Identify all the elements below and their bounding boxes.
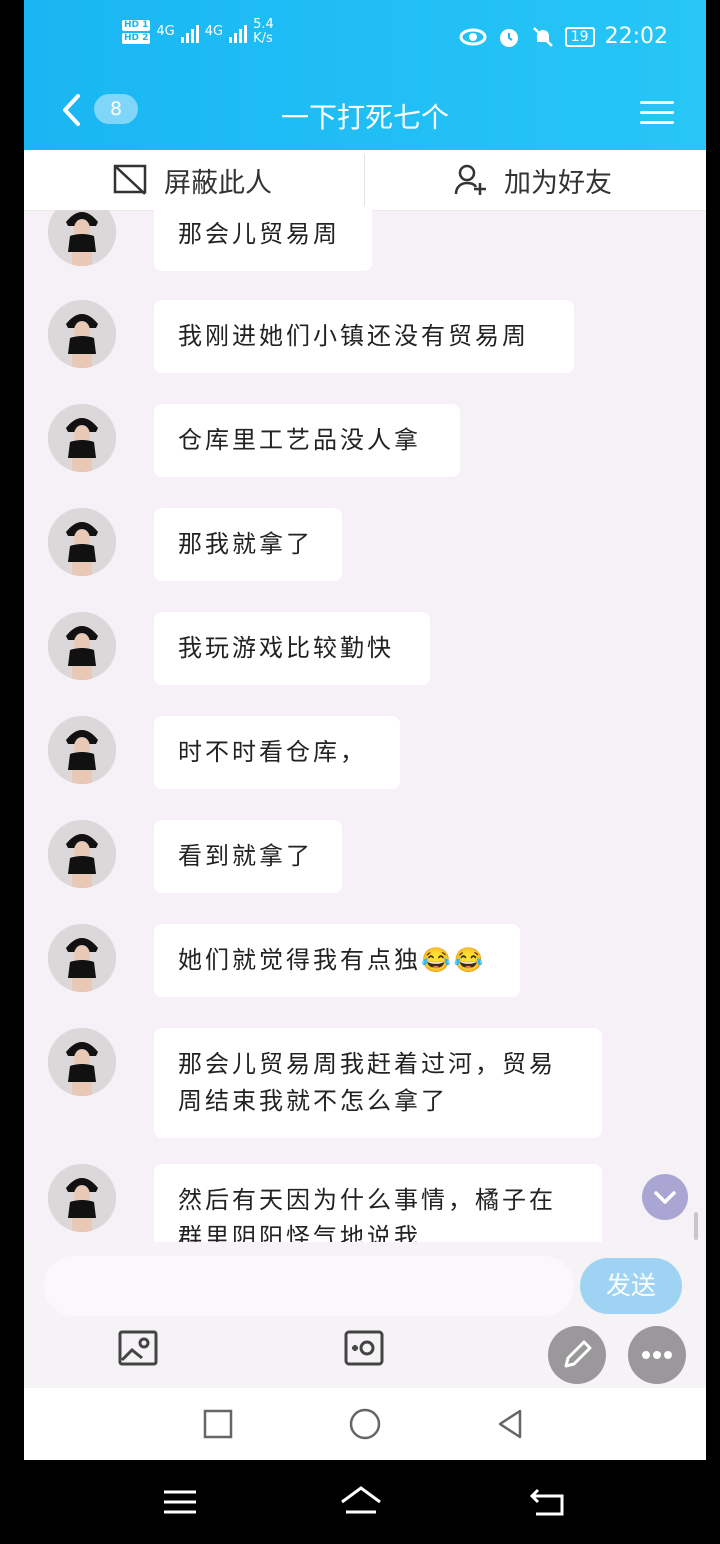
triangle-back-icon bbox=[498, 1409, 522, 1439]
app-nav-bar bbox=[24, 1388, 706, 1460]
pen-icon bbox=[564, 1340, 592, 1368]
chat-screen: HD 1 HD 2 4G 4G 5.4 K/s 19 22:02 8 一下打死七… bbox=[24, 0, 706, 1460]
camera-button[interactable] bbox=[342, 1326, 386, 1370]
image-icon bbox=[118, 1330, 158, 1366]
message-bubble: 那会儿贸易周我赶着过河，贸易周结束我就不怎么拿了 bbox=[154, 1028, 602, 1138]
alarm-icon bbox=[499, 28, 518, 47]
hamburger-icon bbox=[640, 101, 674, 104]
home-button[interactable] bbox=[349, 1408, 381, 1440]
circle-icon bbox=[349, 1408, 381, 1440]
message-input[interactable] bbox=[44, 1256, 574, 1316]
hamburger-icon bbox=[640, 121, 674, 124]
message-list[interactable]: 那会儿贸易周 我刚进她们小镇还没有贸易周 仓库里工艺品没人拿 那我就拿了 我玩游… bbox=[24, 210, 706, 1242]
mute-icon bbox=[532, 26, 553, 47]
signal-group: HD 1 HD 2 4G 4G 5.4 K/s bbox=[122, 18, 274, 46]
system-home-button[interactable] bbox=[338, 1482, 384, 1522]
status-bar: HD 1 HD 2 4G 4G 5.4 K/s 19 22:02 bbox=[24, 0, 706, 80]
avatar[interactable] bbox=[48, 612, 116, 680]
avatar[interactable] bbox=[48, 716, 116, 784]
block-label: 屏蔽此人 bbox=[164, 167, 272, 199]
sim2-type: 4G bbox=[204, 24, 224, 39]
net-speed-value: 5.4 bbox=[253, 17, 274, 32]
square-icon bbox=[203, 1409, 233, 1439]
hamburger-icon bbox=[164, 1490, 196, 1514]
block-icon bbox=[113, 164, 147, 195]
title-bar: 8 一下打死七个 bbox=[24, 80, 706, 150]
sim1-type: 4G bbox=[156, 24, 175, 39]
status-time: 22:02 bbox=[604, 24, 668, 49]
signal-icon bbox=[229, 21, 248, 43]
scroll-down-button[interactable] bbox=[642, 1174, 688, 1220]
pen-button[interactable] bbox=[548, 1326, 606, 1384]
system-menu-button[interactable] bbox=[160, 1482, 200, 1522]
avatar[interactable] bbox=[48, 1028, 116, 1096]
scrollbar[interactable] bbox=[694, 1212, 698, 1240]
avatar[interactable] bbox=[48, 508, 116, 576]
chevron-down-icon bbox=[654, 1191, 676, 1204]
gallery-button[interactable] bbox=[116, 1326, 160, 1370]
network-speed: 5.4 K/s bbox=[253, 18, 274, 46]
net-speed-unit: K/s bbox=[253, 31, 273, 46]
add-person-icon bbox=[454, 164, 486, 195]
message-bubble: 仓库里工艺品没人拿 bbox=[154, 404, 460, 477]
divider bbox=[364, 154, 365, 206]
composer: 发送 bbox=[24, 1242, 706, 1388]
avatar[interactable] bbox=[48, 820, 116, 888]
message-bubble: 我玩游戏比较勤快 bbox=[154, 612, 430, 685]
avatar[interactable] bbox=[48, 924, 116, 992]
back-nav-button[interactable] bbox=[494, 1408, 526, 1440]
hd-indicators: HD 1 HD 2 bbox=[122, 20, 151, 44]
signal-icon bbox=[180, 21, 199, 43]
block-user-button[interactable]: 屏蔽此人 bbox=[112, 150, 272, 210]
system-back-button[interactable] bbox=[528, 1482, 568, 1522]
status-right: 19 22:02 bbox=[459, 24, 668, 49]
message-bubble: 看到就拿了 bbox=[154, 820, 342, 893]
avatar[interactable] bbox=[48, 1164, 116, 1232]
page-title: 一下打死七个 bbox=[280, 101, 449, 134]
battery-level: 19 bbox=[564, 26, 595, 47]
menu-button[interactable] bbox=[640, 94, 674, 131]
send-button[interactable]: 发送 bbox=[580, 1258, 682, 1314]
avatar[interactable] bbox=[48, 300, 116, 368]
return-icon bbox=[529, 1488, 564, 1516]
camera-icon bbox=[344, 1330, 384, 1366]
hd2-label: HD 2 bbox=[122, 33, 151, 44]
add-friend-button[interactable]: 加为好友 bbox=[454, 150, 612, 210]
message-bubble: 我刚进她们小镇还没有贸易周 bbox=[154, 300, 574, 373]
hd1-label: HD 1 bbox=[122, 20, 151, 31]
more-button[interactable] bbox=[628, 1326, 686, 1384]
message-bubble: 那会儿贸易周 bbox=[154, 210, 372, 271]
avatar[interactable] bbox=[48, 210, 116, 266]
action-bar: 屏蔽此人 加为好友 bbox=[24, 150, 706, 211]
home-icon bbox=[341, 1486, 381, 1514]
avatar[interactable] bbox=[48, 404, 116, 472]
system-nav-bar bbox=[0, 1460, 720, 1544]
message-bubble: 时不时看仓库， bbox=[154, 716, 400, 789]
add-friend-label: 加为好友 bbox=[504, 167, 612, 199]
more-icon bbox=[642, 1351, 672, 1359]
message-bubble: 那我就拿了 bbox=[154, 508, 342, 581]
message-bubble: 然后有天因为什么事情，橘子在群里阴阳怪气地说我 bbox=[154, 1164, 602, 1242]
eye-icon bbox=[459, 28, 487, 45]
message-bubble: 她们就觉得我有点独😂😂 bbox=[154, 924, 520, 997]
recents-button[interactable] bbox=[202, 1408, 234, 1440]
hamburger-icon bbox=[640, 111, 674, 114]
